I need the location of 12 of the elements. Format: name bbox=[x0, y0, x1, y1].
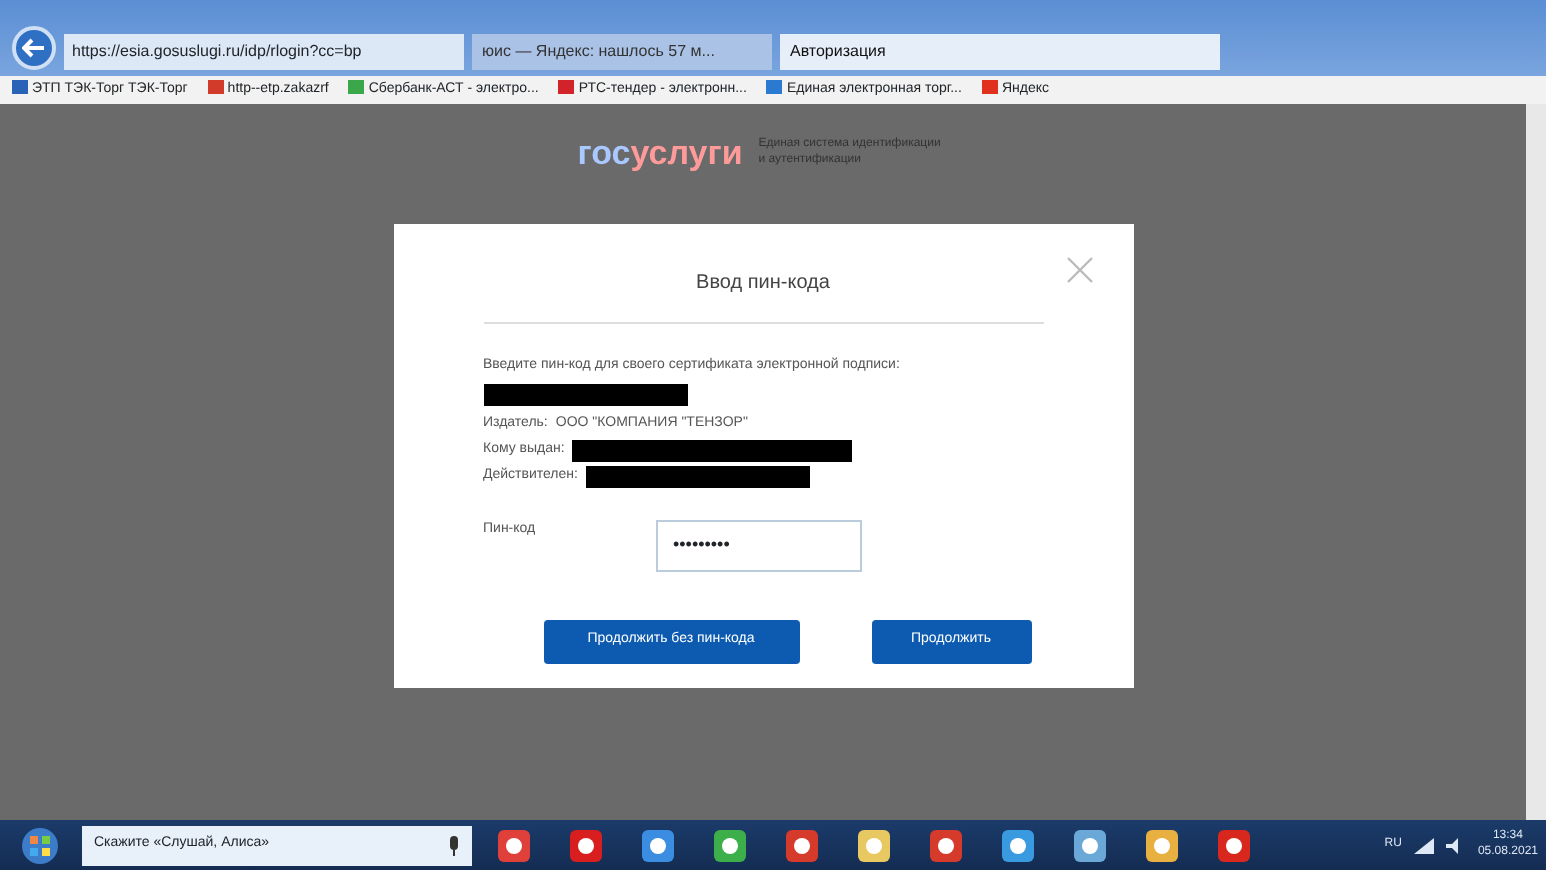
browser-tab[interactable]: Авторизация bbox=[780, 34, 1220, 70]
back-arrow-icon bbox=[22, 38, 46, 58]
address-bar[interactable]: https://esia.gosuslugi.ru/idp/rlogin?cc=bp bbox=[64, 34, 464, 70]
signal-icon[interactable] bbox=[1413, 837, 1434, 853]
browser-tab[interactable]: юис — Яндекс: нашлось 57 м... bbox=[472, 34, 772, 70]
pin-input[interactable]: ••••••••• bbox=[655, 519, 861, 571]
back-button[interactable] bbox=[12, 26, 56, 70]
microphone-icon bbox=[448, 835, 460, 855]
scrollbar[interactable] bbox=[1526, 104, 1546, 820]
logo-text: госуслуги bbox=[577, 132, 743, 176]
dialog-title: Ввод пин-кода bbox=[483, 251, 1043, 323]
app-icon bbox=[496, 827, 532, 863]
